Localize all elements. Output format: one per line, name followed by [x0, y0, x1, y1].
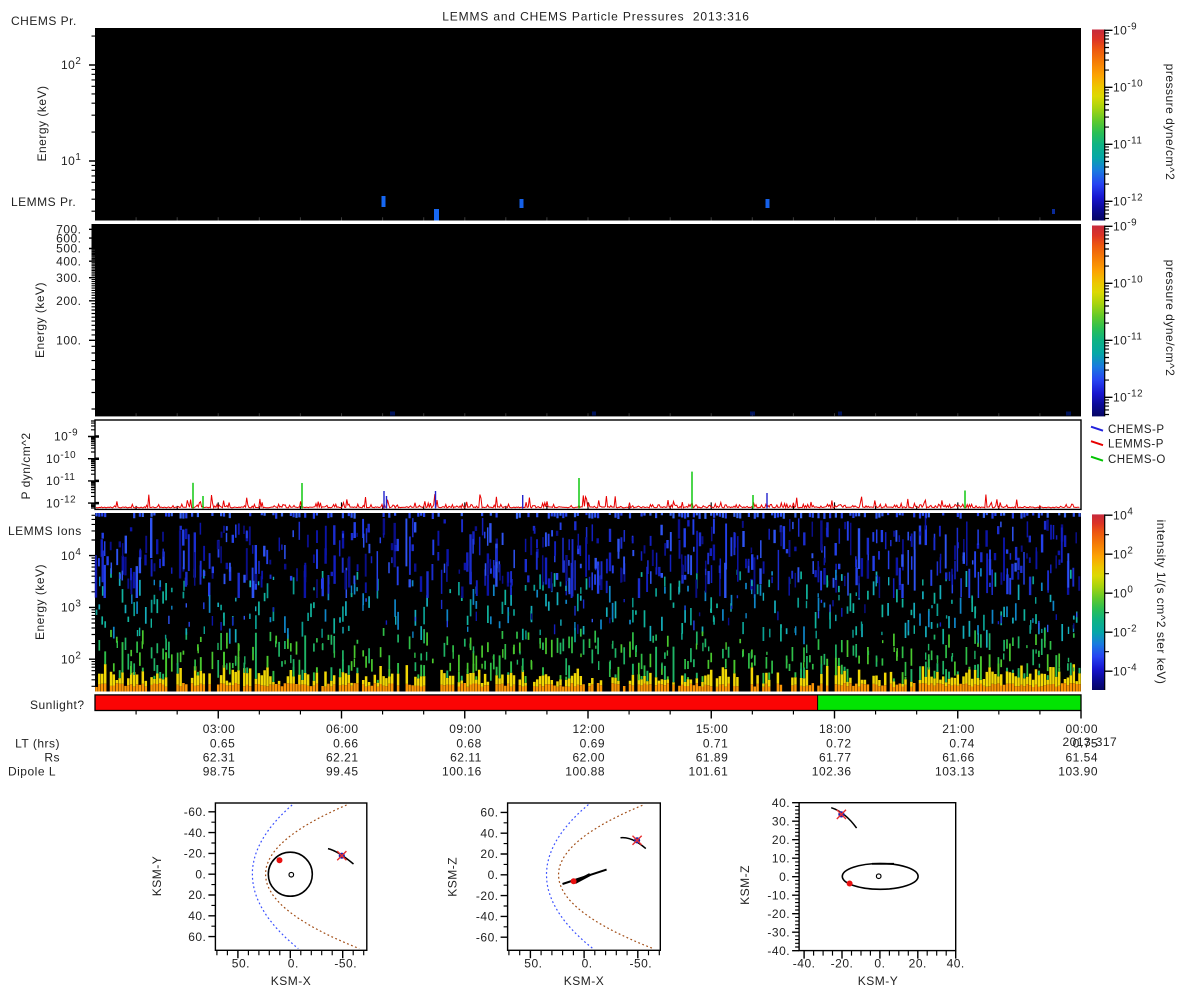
svg-text:61.54: 61.54	[1065, 751, 1098, 765]
svg-text:30.: 30.	[772, 814, 790, 828]
svg-text:pressure dyne/cm^2: pressure dyne/cm^2	[1163, 260, 1177, 377]
svg-text:0.68: 0.68	[456, 737, 481, 751]
svg-text:103.90: 103.90	[1058, 765, 1098, 779]
svg-text:Rs: Rs	[44, 751, 60, 765]
svg-text:100.: 100.	[56, 334, 81, 348]
svg-text:-30.: -30.	[767, 925, 790, 939]
svg-text:0.: 0.	[488, 868, 499, 882]
svg-text:10.: 10.	[772, 851, 790, 865]
svg-text:-60.: -60.	[476, 930, 499, 944]
svg-text:KSM-X: KSM-X	[564, 974, 605, 988]
svg-text:50.: 50.	[232, 957, 250, 971]
svg-text:Energy (keV): Energy (keV)	[33, 282, 47, 358]
svg-text:20.: 20.	[188, 888, 206, 902]
svg-text:20.: 20.	[480, 847, 498, 861]
svg-text:KSM-Y: KSM-Y	[150, 856, 164, 897]
svg-text:CHEMS-P: CHEMS-P	[1108, 424, 1165, 436]
svg-text:Energy (keV): Energy (keV)	[35, 85, 49, 161]
svg-text:P dyn/cm^2: P dyn/cm^2	[19, 432, 33, 499]
svg-text:09:00: 09:00	[449, 722, 482, 736]
svg-text:03:00: 03:00	[203, 722, 236, 736]
svg-text:0.: 0.	[195, 867, 206, 881]
svg-text:200.: 200.	[56, 294, 81, 308]
svg-text:06:00: 06:00	[326, 722, 359, 736]
svg-text:12:00: 12:00	[572, 722, 605, 736]
svg-text:100.16: 100.16	[442, 765, 482, 779]
svg-text:LEMMS-P: LEMMS-P	[1108, 439, 1164, 451]
svg-text:62.21: 62.21	[326, 751, 359, 765]
svg-text:KSM-Z: KSM-Z	[738, 865, 752, 905]
svg-text:-20.: -20.	[476, 889, 499, 903]
svg-text:98.75: 98.75	[203, 765, 236, 779]
svg-text:-40.: -40.	[184, 826, 207, 840]
svg-text:Dipole L: Dipole L	[8, 765, 56, 779]
svg-text:0.69: 0.69	[580, 737, 605, 751]
svg-text:60.: 60.	[480, 806, 498, 820]
svg-text:0.: 0.	[779, 870, 790, 884]
svg-text:intensity 1/(s cm^2 ster keV): intensity 1/(s cm^2 ster keV)	[1154, 520, 1168, 685]
svg-text:0.: 0.	[582, 957, 593, 971]
svg-text:102.36: 102.36	[812, 765, 852, 779]
svg-text:LEMMS Ions: LEMMS Ions	[8, 524, 82, 538]
svg-text:KSM-Z: KSM-Z	[446, 857, 460, 897]
svg-text:LEMMS and CHEMS Particle Press: LEMMS and CHEMS Particle Pressures 2013:…	[442, 10, 750, 24]
svg-text:0.65: 0.65	[210, 737, 235, 751]
svg-text:-60.: -60.	[184, 805, 207, 819]
svg-text:0.72: 0.72	[826, 737, 851, 751]
svg-text:101.61: 101.61	[689, 765, 729, 779]
svg-text:300.: 300.	[56, 271, 81, 285]
svg-text:KSM-X: KSM-X	[271, 974, 312, 988]
svg-text:40.: 40.	[772, 796, 790, 810]
svg-text:99.45: 99.45	[326, 765, 359, 779]
svg-text:18:00: 18:00	[819, 722, 852, 736]
svg-text:-10.: -10.	[767, 888, 790, 902]
svg-text:CHEMS Pr.: CHEMS Pr.	[11, 14, 77, 28]
svg-text:103.13: 103.13	[935, 765, 975, 779]
svg-text:62.11: 62.11	[450, 751, 482, 765]
svg-text:-50.: -50.	[334, 957, 357, 971]
svg-text:-20.: -20.	[184, 847, 207, 861]
svg-text:00:00: 00:00	[1065, 722, 1098, 736]
svg-text:50.: 50.	[524, 957, 542, 971]
svg-text:-40.: -40.	[767, 944, 790, 958]
svg-text:-40.: -40.	[476, 910, 499, 924]
svg-text:-20.: -20.	[767, 907, 790, 921]
svg-text:60.: 60.	[188, 930, 206, 944]
svg-text:pressure dyne/cm^2: pressure dyne/cm^2	[1163, 64, 1177, 181]
svg-text:KSM-Y: KSM-Y	[858, 974, 899, 988]
svg-text:LT (hrs): LT (hrs)	[15, 737, 60, 751]
svg-text:LEMMS Pr.: LEMMS Pr.	[11, 195, 76, 209]
svg-text:700.: 700.	[56, 223, 81, 237]
svg-text:62.00: 62.00	[572, 751, 605, 765]
svg-text:15:00: 15:00	[696, 722, 729, 736]
svg-text:Sunlight?: Sunlight?	[30, 698, 85, 712]
svg-text:CHEMS-O: CHEMS-O	[1108, 454, 1166, 466]
svg-text:400.: 400.	[56, 254, 81, 268]
svg-text:0.66: 0.66	[333, 737, 358, 751]
svg-text:-50.: -50.	[629, 957, 652, 971]
svg-text:20.: 20.	[772, 833, 790, 847]
svg-text:61.66: 61.66	[942, 751, 975, 765]
svg-text:40.: 40.	[480, 826, 498, 840]
svg-text:0.74: 0.74	[949, 737, 974, 751]
svg-text:40.: 40.	[188, 909, 206, 923]
svg-text:61.77: 61.77	[819, 751, 852, 765]
svg-text:Energy (keV): Energy (keV)	[33, 564, 47, 640]
svg-text:100.88: 100.88	[565, 765, 605, 779]
svg-text:0.: 0.	[288, 957, 299, 971]
svg-text:61.89: 61.89	[696, 751, 729, 765]
svg-text:2013-317: 2013-317	[1063, 735, 1118, 749]
svg-text:21:00: 21:00	[942, 722, 975, 736]
svg-text:0.71: 0.71	[703, 737, 728, 751]
svg-text:62.31: 62.31	[203, 751, 236, 765]
